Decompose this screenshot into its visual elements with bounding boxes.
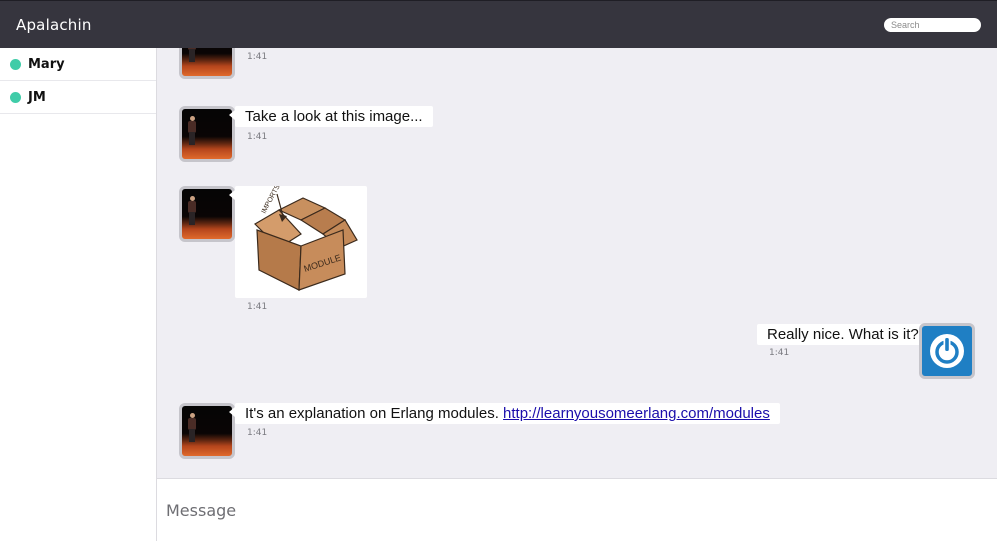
person-figure-icon: [187, 196, 197, 226]
person-figure-icon: [187, 116, 197, 146]
message-time: 1:41: [769, 348, 790, 358]
contact-item-jm[interactable]: JM: [0, 81, 156, 114]
contact-avatar: [179, 186, 235, 242]
contact-avatar: [179, 48, 235, 79]
person-figure-icon: [187, 413, 197, 443]
contact-avatar: [179, 403, 235, 459]
contact-name: Mary: [28, 56, 65, 72]
power-icon: [930, 334, 964, 368]
person-figure-icon: [187, 48, 197, 63]
message-time: 1:41: [247, 52, 268, 62]
contact-avatar: [179, 106, 235, 162]
top-bar: Apalachin: [0, 0, 997, 48]
chat-messages[interactable]: 1:41 Take a look at this image... 1:41 I…: [157, 48, 997, 478]
app-title: Apalachin: [16, 16, 92, 34]
online-status-icon: [10, 58, 21, 70]
contact-item-mary[interactable]: Mary: [0, 48, 156, 81]
image-message[interactable]: IMPORTS MODULE: [229, 183, 367, 298]
message-link[interactable]: http://learnyousomeerlang.com/modules: [503, 405, 770, 422]
message-bubble: Take a look at this image...: [229, 106, 433, 127]
online-status-icon: [10, 91, 21, 103]
message-time: 1:41: [247, 132, 268, 142]
search-input[interactable]: [884, 18, 981, 32]
message-text: It's an explanation on Erlang modules.: [245, 405, 499, 422]
message-input[interactable]: [157, 479, 997, 541]
composer: [157, 478, 997, 541]
self-avatar: [919, 323, 975, 379]
message-bubble: It's an explanation on Erlang modules. h…: [229, 403, 780, 424]
contacts-sidebar: Mary JM: [0, 48, 157, 541]
module-box-illustration: IMPORTS MODULE: [254, 183, 358, 291]
message-time: 1:41: [247, 302, 268, 312]
message-bubble: Really nice. What is it?: [757, 324, 935, 345]
message-time: 1:41: [247, 428, 268, 438]
contact-name: JM: [28, 89, 46, 105]
